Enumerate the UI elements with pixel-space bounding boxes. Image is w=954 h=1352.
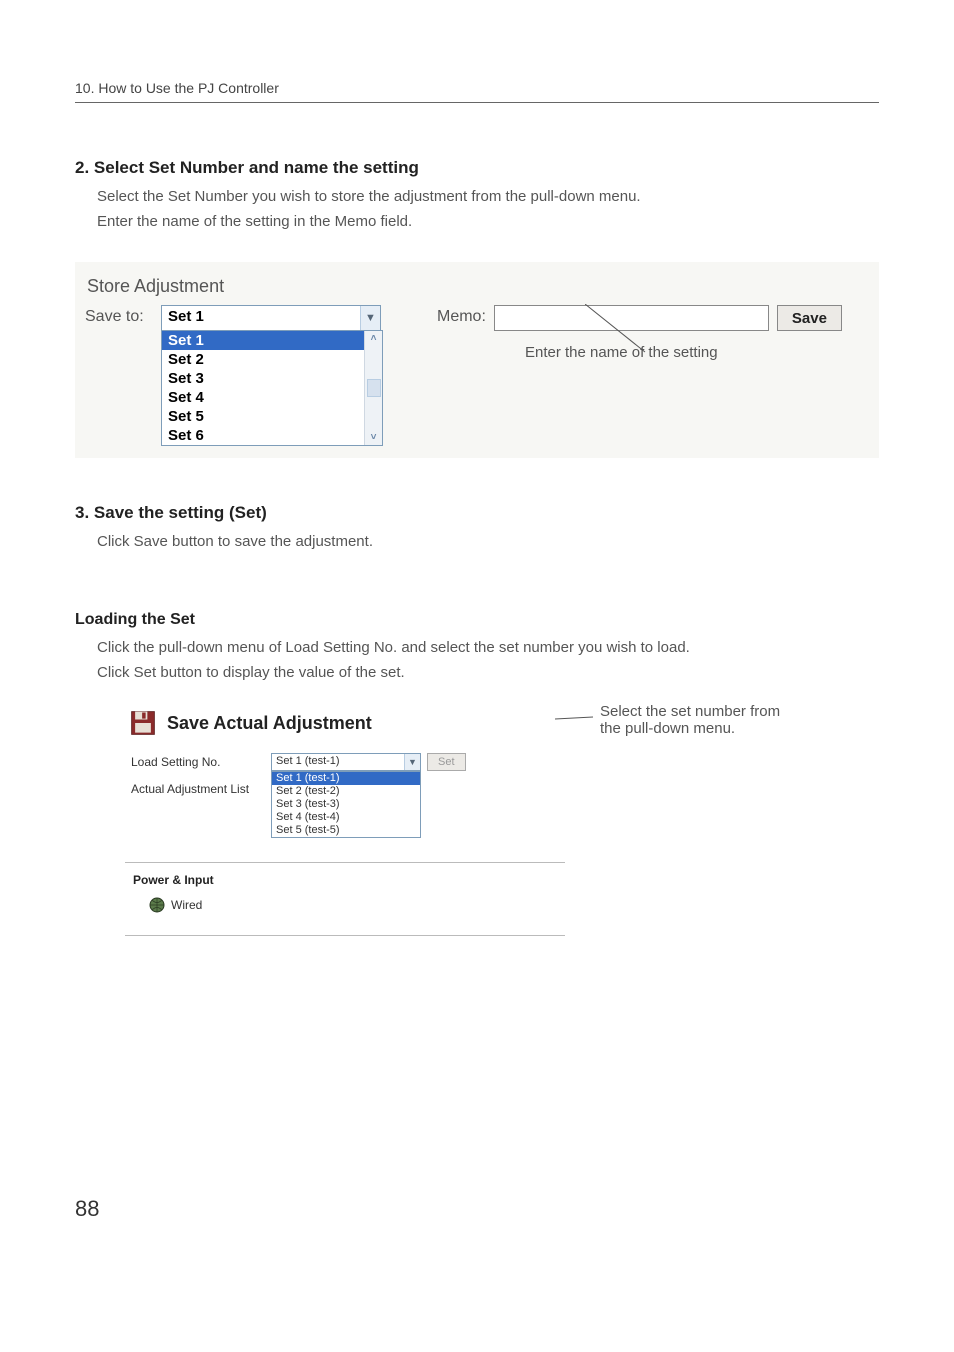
globe-icon xyxy=(149,897,165,913)
loading-title: Loading the Set xyxy=(75,611,879,629)
callout-line-icon xyxy=(555,713,595,753)
actual-adjustment-label: Actual Adjustment List xyxy=(131,780,271,796)
memo-label: Memo: xyxy=(437,305,486,326)
list-item[interactable]: Set 5 xyxy=(162,407,364,426)
list-item[interactable]: Set 6 xyxy=(162,426,364,445)
list-item[interactable]: Set 3 xyxy=(162,369,364,388)
scroll-up-icon[interactable]: ˄ xyxy=(371,333,377,344)
list-item[interactable]: Set 2 xyxy=(162,350,364,369)
step2-p2: Enter the name of the setting in the Mem… xyxy=(97,211,879,232)
chapter-header: 10. How to Use the PJ Controller xyxy=(75,80,879,103)
shot2-title: Save Actual Adjustment xyxy=(167,713,372,734)
callout-line-icon xyxy=(585,304,665,354)
chevron-down-icon[interactable]: ▼ xyxy=(404,754,420,770)
step3-title: 3. Save the setting (Set) xyxy=(75,503,879,523)
save-button[interactable]: Save xyxy=(777,305,842,331)
callout-memo: Enter the name of the setting xyxy=(525,344,718,361)
scroll-down-icon[interactable]: ˅ xyxy=(371,432,377,443)
loading-p1: Click the pull-down menu of Load Setting… xyxy=(97,637,879,658)
save-to-label: Save to: xyxy=(85,305,155,326)
scrollbar[interactable]: ˄ ˅ xyxy=(364,331,382,445)
step2-p1: Select the Set Number you wish to store … xyxy=(97,186,879,207)
store-adjustment-panel: Store Adjustment Save to: Set 1 ▼ Set 1 … xyxy=(75,262,879,458)
page-number: 88 xyxy=(75,1196,879,1222)
load-setting-dropdown[interactable]: Set 1 (test-1) ▼ xyxy=(271,753,421,771)
floppy-disk-icon xyxy=(129,709,157,737)
step2-title: 2. Select Set Number and name the settin… xyxy=(75,158,879,178)
list-item[interactable]: Set 4 xyxy=(162,388,364,407)
wired-label: Wired xyxy=(171,898,202,912)
chevron-down-icon[interactable]: ▼ xyxy=(360,306,380,330)
set-button[interactable]: Set xyxy=(427,753,466,771)
save-to-listbox[interactable]: Set 1 Set 2 Set 3 Set 4 Set 5 Set 6 ˄ ˅ xyxy=(161,330,383,446)
loading-p2: Click Set button to display the value of… xyxy=(97,662,879,683)
scroll-thumb[interactable] xyxy=(367,379,381,397)
save-to-dropdown[interactable]: Set 1 ▼ xyxy=(161,305,381,331)
load-setting-label: Load Setting No. xyxy=(131,753,271,769)
save-to-value: Set 1 xyxy=(162,306,360,330)
save-actual-adjustment-panel: Save Actual Adjustment Load Setting No. … xyxy=(125,703,565,936)
callout-select-set: Select the set number from the pull-down… xyxy=(600,703,780,936)
power-input-section-title: Power & Input xyxy=(133,873,557,887)
load-setting-value: Set 1 (test-1) xyxy=(272,754,404,770)
step3-p1: Click Save button to save the adjustment… xyxy=(97,531,879,552)
store-adjustment-title: Store Adjustment xyxy=(85,276,869,297)
list-item[interactable]: Set 1 xyxy=(162,331,364,350)
